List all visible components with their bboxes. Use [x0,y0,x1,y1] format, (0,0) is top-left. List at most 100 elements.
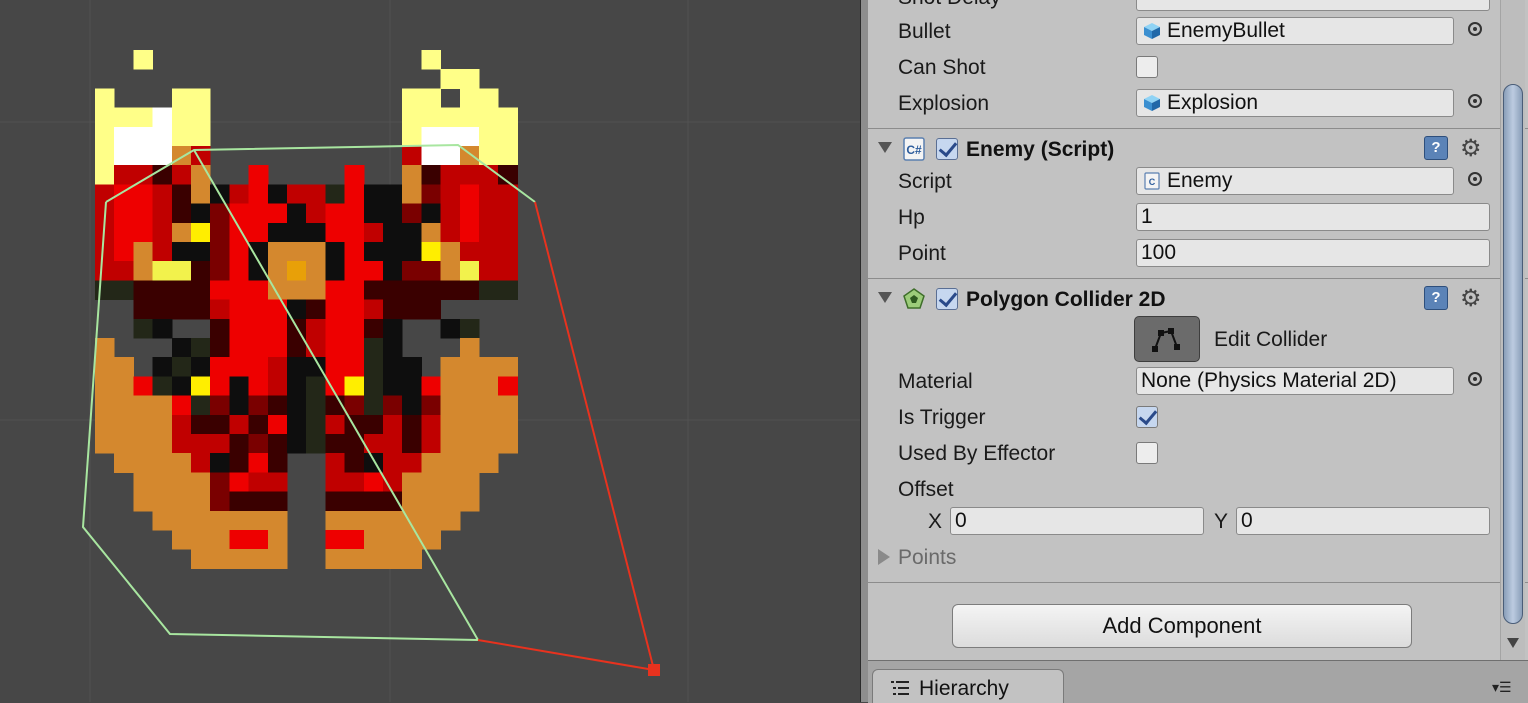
foldout-arrow-icon[interactable] [878,549,890,565]
sprite-pixel [363,472,384,493]
sprite-pixel [133,203,154,224]
sprite-pixel [344,165,365,185]
sprite-pixel [210,453,230,473]
sprite-pixel [287,414,307,435]
script-field[interactable]: C Enemy [1136,167,1454,195]
gear-icon[interactable]: ⚙ [1460,134,1482,163]
sprite-pixel [267,261,288,281]
sprite-pixel [114,395,134,416]
sprite-pixel [152,107,173,128]
bullet-field[interactable]: EnemyBullet [1136,17,1454,45]
sprite-pixel [171,376,192,397]
explosion-field[interactable]: Explosion [1136,89,1454,117]
sprite-pixel [383,184,403,205]
sprite-pixel [267,549,288,569]
sprite-pixel [402,146,422,166]
edit-collider-icon [1152,328,1180,352]
sprite-pixel [133,318,154,339]
sprite-pixel [363,184,384,205]
help-icon[interactable]: ? [1424,136,1448,160]
point-row: Point 100 [868,236,1528,272]
sprite-pixel [421,88,442,109]
sprite-pixel [114,357,134,377]
sprite-pixel [114,126,134,147]
sprite-pixel [229,280,250,301]
sprite-pixel [325,280,346,301]
inspector-scrollbar[interactable] [1500,0,1525,660]
sprite-pixel [248,222,269,243]
sprite-pixel [171,357,192,377]
sprite-pixel [229,453,250,473]
sprite-pixel [95,376,115,397]
edit-collider-button[interactable] [1134,316,1200,362]
sprite-pixel [229,376,250,397]
enemy-sprite[interactable] [95,50,518,569]
sprite-pixel [325,242,346,262]
collider-enabled-checkbox[interactable] [936,288,958,310]
sprite-pixel [287,280,307,301]
offset-x-field[interactable]: 0 [950,507,1204,535]
scene-canvas[interactable] [0,0,860,702]
tab-hierarchy[interactable]: Hierarchy [872,669,1064,703]
scene-view[interactable] [0,0,860,702]
is-trigger-checkbox[interactable] [1136,406,1158,428]
used-by-effector-checkbox[interactable] [1136,442,1158,464]
panel-menu-icon[interactable]: ▾☰ [1492,679,1512,696]
add-component-button[interactable]: Add Component [952,604,1412,648]
script-value: Enemy [1167,169,1233,192]
polygon-collider-header[interactable]: Polygon Collider 2D ? ⚙ [868,282,1528,318]
sprite-pixel [133,261,154,281]
sprite-pixel [344,530,365,550]
collider-vertex-handle[interactable] [648,664,660,676]
sprite-pixel [248,376,269,397]
object-picker-icon[interactable] [1468,94,1482,108]
sprite-pixel [133,434,154,454]
edit-collider-label: Edit Collider [1214,328,1328,351]
explosion-row: Explosion Explosion [868,86,1528,122]
sprite-pixel [440,261,461,281]
sprite-pixel [383,549,403,569]
sprite-pixel [421,203,442,224]
offset-y-field[interactable]: 0 [1236,507,1490,535]
sprite-pixel [402,242,422,262]
sprite-pixel [114,146,134,166]
sprite-pixel [459,203,480,224]
scroll-down-arrow-icon[interactable] [1507,638,1519,648]
point-field[interactable]: 100 [1136,239,1490,267]
sprite-pixel [383,222,403,243]
sprite-pixel [363,280,384,301]
sprite-pixel [440,184,461,205]
sprite-pixel [498,414,518,435]
object-picker-icon[interactable] [1468,172,1482,186]
sprite-pixel [171,107,192,128]
sprite-pixel [95,395,115,416]
sprite-pixel [383,261,403,281]
sprite-pixel [267,376,288,397]
help-icon[interactable]: ? [1424,286,1448,310]
sprite-pixel [191,414,211,435]
sprite-pixel [248,203,269,224]
foldout-arrow-icon[interactable] [878,142,892,153]
object-picker-icon[interactable] [1468,372,1482,386]
sprite-pixel [210,414,230,435]
sprite-pixel [152,453,173,473]
object-picker-icon[interactable] [1468,22,1482,36]
sprite-pixel [191,242,211,262]
foldout-arrow-icon[interactable] [878,292,892,303]
gear-icon[interactable]: ⚙ [1460,284,1482,313]
sprite-pixel [402,434,422,454]
material-field[interactable]: None (Physics Material 2D) [1136,367,1454,395]
sprite-pixel [421,165,442,185]
can-shot-checkbox[interactable] [1136,56,1158,78]
sprite-pixel [325,510,346,531]
points-row[interactable]: Points [868,540,1528,576]
sprite-pixel [267,338,288,358]
offset-y-label: Y [1214,510,1229,533]
sprite-pixel [171,280,192,301]
hp-field[interactable]: 1 [1136,203,1490,231]
sprite-pixel [306,414,326,435]
scrollbar-thumb[interactable] [1503,84,1523,624]
enemy-script-header[interactable]: C# Enemy (Script) ? ⚙ [868,132,1528,168]
enemy-enabled-checkbox[interactable] [936,138,958,160]
shot-delay-field[interactable] [1136,0,1490,11]
